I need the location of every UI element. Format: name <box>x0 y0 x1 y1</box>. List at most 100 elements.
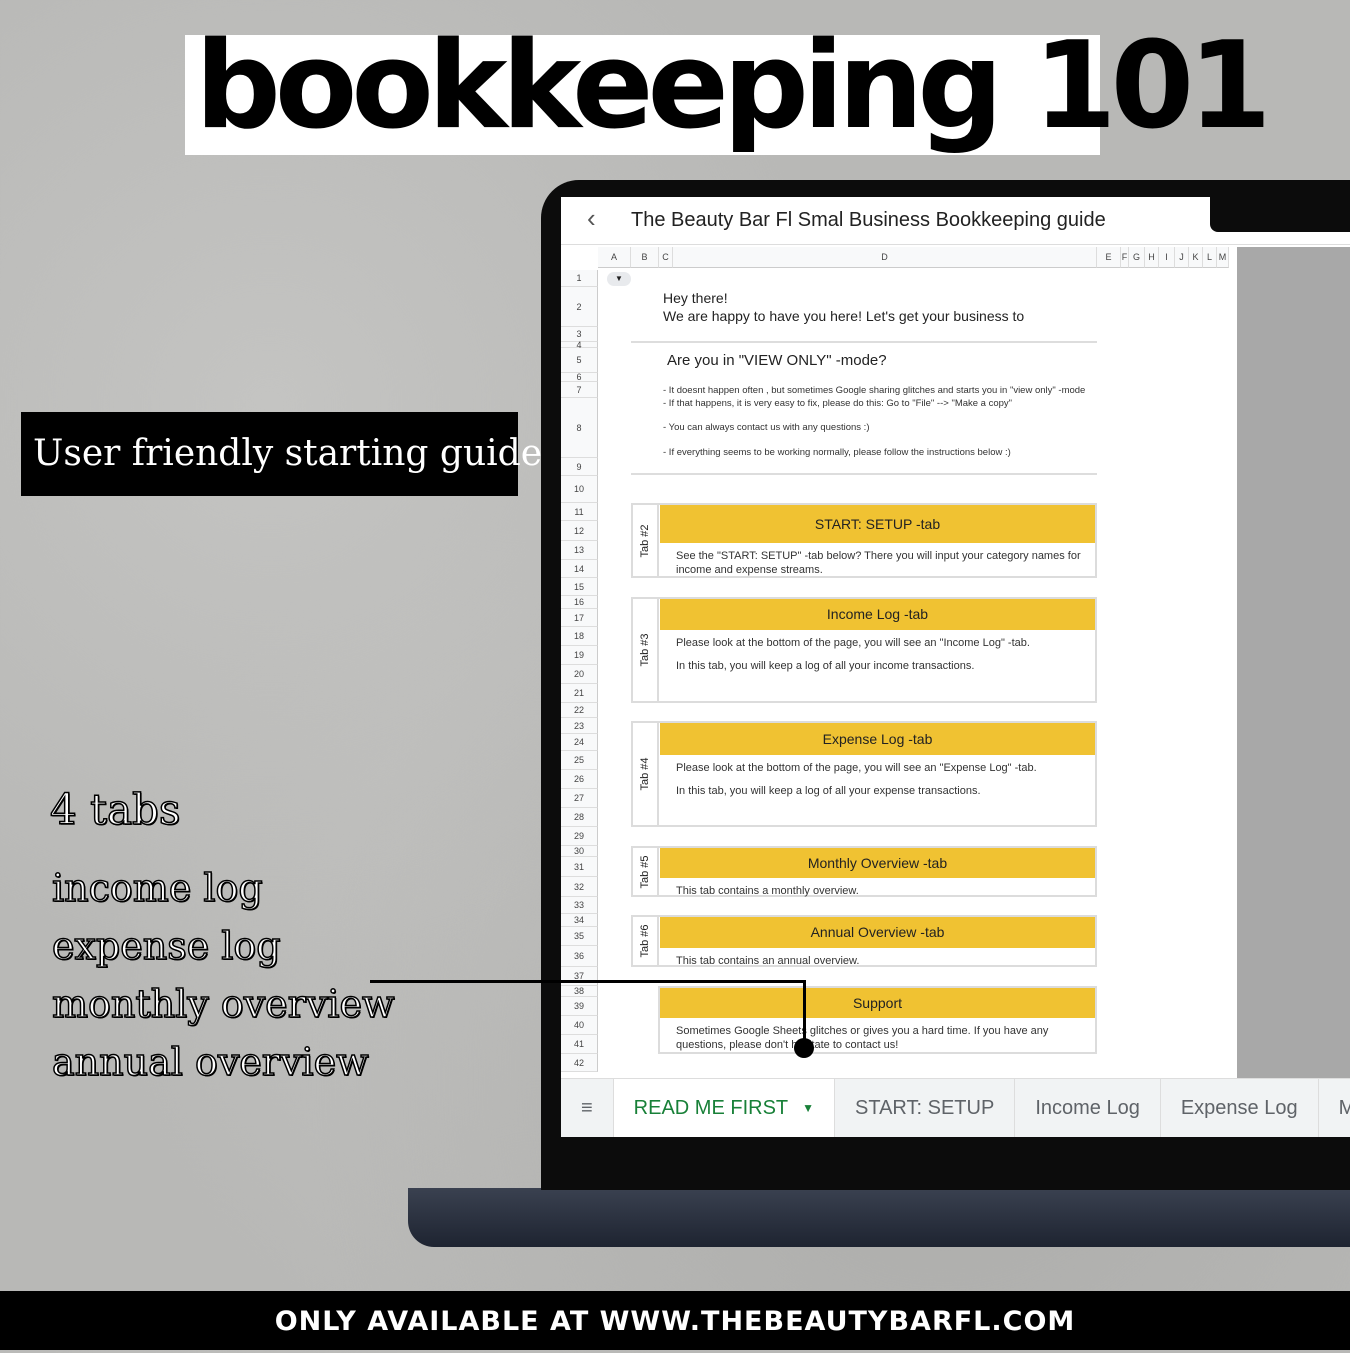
back-chevron-icon[interactable]: ‹ <box>587 203 596 234</box>
row-header[interactable]: 26 <box>561 770 598 789</box>
column-header[interactable]: H <box>1145 247 1159 268</box>
headline-banner: bookkeeping 101 <box>185 17 1272 156</box>
column-header[interactable]: E <box>1097 247 1121 268</box>
tab-start-setup[interactable]: START: SETUP <box>835 1079 1016 1137</box>
sheet-header: ‹ The Beauty Bar Fl Smal Business Bookke… <box>561 197 1350 245</box>
row-header[interactable]: 19 <box>561 646 598 665</box>
column-header[interactable]: I <box>1159 247 1175 268</box>
column-header[interactable]: K <box>1189 247 1203 268</box>
row-header[interactable]: 36 <box>561 946 598 967</box>
camera-notch <box>1210 197 1350 232</box>
note: - It doesnt happen often , but sometimes… <box>663 385 1086 396</box>
row-header[interactable]: 25 <box>561 751 598 770</box>
feature-item: annual overview <box>51 1039 369 1085</box>
row-header[interactable]: 22 <box>561 703 598 718</box>
row-header[interactable]: 14 <box>561 560 598 578</box>
row-header[interactable]: 31 <box>561 857 598 877</box>
pointer-dot <box>794 1038 814 1058</box>
row-header[interactable]: 6 <box>561 372 598 382</box>
column-header[interactable]: J <box>1175 247 1189 268</box>
feature-item: monthly overview <box>51 981 395 1027</box>
feature-item: income log <box>51 865 263 911</box>
column-header[interactable]: C <box>659 247 673 268</box>
tab-number: Tab #4 <box>639 757 651 791</box>
tab-read-me-first[interactable]: READ ME FIRST ▼ <box>613 1079 836 1137</box>
spreadsheet-screen: ‹ The Beauty Bar Fl Smal Business Bookke… <box>561 197 1350 1137</box>
row-header[interactable]: 15 <box>561 578 598 596</box>
row-header[interactable]: 17 <box>561 609 598 627</box>
row-header[interactable]: 5 <box>561 348 598 373</box>
row-header[interactable]: 23 <box>561 718 598 734</box>
card-body: Please look at the bottom of the page, y… <box>660 636 1095 682</box>
row-header[interactable]: 16 <box>561 596 598 609</box>
tab-number: Tab #2 <box>639 523 651 558</box>
row-header[interactable]: 38 <box>561 986 598 997</box>
tab-label: M <box>1338 1096 1350 1119</box>
row-header[interactable]: 33 <box>561 897 598 914</box>
column-header[interactable]: G <box>1129 247 1145 268</box>
tab-label: Income Log <box>1035 1096 1140 1119</box>
row-header[interactable]: 41 <box>561 1035 598 1054</box>
tab-expense-log[interactable]: Expense Log <box>1161 1079 1319 1137</box>
row-header[interactable]: 24 <box>561 734 598 751</box>
row-header[interactable]: 9 <box>561 458 598 476</box>
row-header[interactable]: 29 <box>561 827 598 846</box>
row-header[interactable]: 27 <box>561 789 598 808</box>
sheet-tab-bar: ≡ READ ME FIRST ▼ START: SETUP Income Log… <box>561 1078 1350 1137</box>
document-title: The Beauty Bar Fl Smal Business Bookkeep… <box>631 209 1106 231</box>
tab-more[interactable]: M <box>1319 1079 1350 1137</box>
card-text: Please look at the bottom of the page, y… <box>676 762 1037 774</box>
row-header[interactable]: 39 <box>561 997 598 1016</box>
row-header[interactable]: 34 <box>561 914 598 927</box>
greeting: Hey there! <box>663 290 728 306</box>
row-header[interactable]: 10 <box>561 476 598 503</box>
footer-banner: ONLY AVAILABLE AT WWW.THEBEAUTYBARFL.COM <box>0 1291 1350 1350</box>
row-header[interactable]: 37 <box>561 967 598 986</box>
tab-number: Tab #3 <box>639 633 651 667</box>
column-header[interactable]: B <box>631 247 659 268</box>
row-header[interactable]: 1 <box>561 270 598 287</box>
row-header[interactable]: 32 <box>561 877 598 897</box>
row-header[interactable]: 8 <box>561 398 598 458</box>
tab-number-cell: Tab #3 <box>633 599 659 701</box>
row-header[interactable]: 2 <box>561 287 598 327</box>
tab-number-cell: Tab #5 <box>633 848 659 895</box>
row-header[interactable]: 30 <box>561 846 598 857</box>
card-text: See the "START: SETUP" -tab below? There… <box>676 550 1081 576</box>
column-header[interactable]: D <box>673 247 1097 268</box>
card-text: In this tab, you will keep a log of all … <box>676 785 981 797</box>
feature-item: expense log <box>51 923 281 969</box>
all-sheets-menu-icon[interactable]: ≡ <box>561 1079 614 1137</box>
card-title: Support <box>660 988 1095 1018</box>
card-body: Sometimes Google Sheets glitches or give… <box>660 1024 1095 1061</box>
row-header[interactable]: 18 <box>561 627 598 646</box>
row-header[interactable]: 21 <box>561 684 598 703</box>
card-title: Annual Overview -tab <box>660 917 1095 948</box>
row-header[interactable]: 11 <box>561 503 598 521</box>
card-text: In this tab, you will keep a log of all … <box>676 660 975 672</box>
card-body: Please look at the bottom of the page, y… <box>660 761 1095 807</box>
card-text: This tab contains an annual overview. <box>676 955 860 967</box>
column-header[interactable]: A <box>598 247 631 268</box>
chevron-down-icon[interactable]: ▼ <box>802 1101 814 1115</box>
row-header[interactable]: 7 <box>561 382 598 398</box>
column-header[interactable]: M <box>1217 247 1229 268</box>
card-title: Income Log -tab <box>660 599 1095 630</box>
column-header[interactable]: F <box>1121 247 1129 268</box>
tab-label: START: SETUP <box>855 1096 995 1119</box>
tab-number-cell: Tab #4 <box>633 723 659 825</box>
row-header[interactable]: 42 <box>561 1054 598 1072</box>
row-header[interactable]: 12 <box>561 521 598 541</box>
instruction-card: Support Sometimes Google Sheets glitches … <box>658 986 1097 1054</box>
guide-label: User friendly starting guide <box>21 412 542 496</box>
row-header[interactable]: 20 <box>561 665 598 684</box>
tab-label: Expense Log <box>1180 1096 1298 1119</box>
row-header[interactable]: 35 <box>561 927 598 946</box>
pointer-line <box>370 980 806 983</box>
row-header[interactable]: 28 <box>561 808 598 827</box>
dropdown-chip[interactable]: ▼ <box>607 272 631 286</box>
column-header[interactable]: L <box>1203 247 1217 268</box>
row-header[interactable]: 40 <box>561 1016 598 1035</box>
tab-income-log[interactable]: Income Log <box>1015 1079 1161 1137</box>
row-header[interactable]: 13 <box>561 541 598 560</box>
